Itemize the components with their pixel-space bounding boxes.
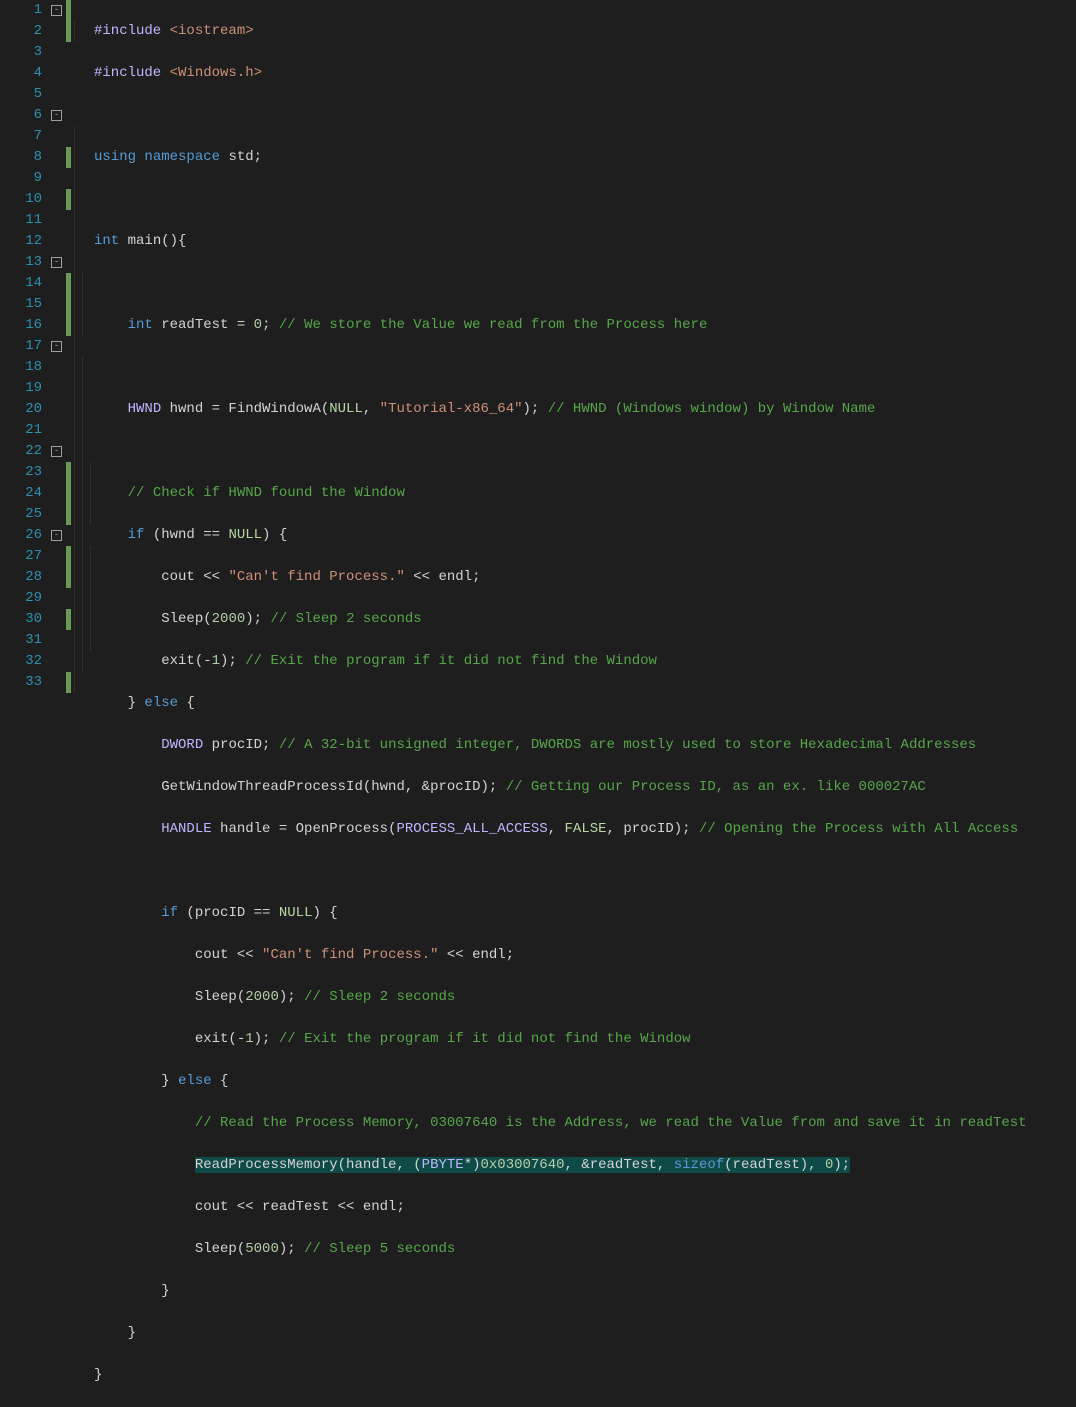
line-number: 19 <box>0 378 42 399</box>
line-number: 24 <box>0 483 42 504</box>
fold-toggle-icon[interactable]: - <box>51 110 62 121</box>
change-bar <box>66 273 71 336</box>
code-line: Sleep(2000); // Sleep 2 seconds <box>94 609 1076 630</box>
line-number: 11 <box>0 210 42 231</box>
code-line: HANDLE handle = OpenProcess(PROCESS_ALL_… <box>94 819 1076 840</box>
code-line: } else { <box>94 1071 1076 1092</box>
line-number: 4 <box>0 63 42 84</box>
change-bar <box>66 462 71 525</box>
indent-guide <box>82 357 83 672</box>
line-number: 10 <box>0 189 42 210</box>
line-number: 5 <box>0 84 42 105</box>
line-number: 13 <box>0 252 42 273</box>
code-line: cout << readTest << endl; <box>94 1197 1076 1218</box>
code-line: using namespace std; <box>94 147 1076 168</box>
code-line <box>94 189 1076 210</box>
indent-guide <box>90 546 91 651</box>
code-line <box>94 357 1076 378</box>
line-number: 26 <box>0 525 42 546</box>
line-number: 16 <box>0 315 42 336</box>
code-line: if (procID == NULL) { <box>94 903 1076 924</box>
code-line: exit(-1); // Exit the program if it did … <box>94 651 1076 672</box>
code-line: #include <iostream> <box>94 21 1076 42</box>
code-line: #include <Windows.h> <box>94 63 1076 84</box>
code-line: if (hwnd == NULL) { <box>94 525 1076 546</box>
code-line: int main(){ <box>94 231 1076 252</box>
line-number: 25 <box>0 504 42 525</box>
line-number: 22 <box>0 441 42 462</box>
code-line: exit(-1); // Exit the program if it did … <box>94 1029 1076 1050</box>
line-number: 15 <box>0 294 42 315</box>
line-number: 7 <box>0 126 42 147</box>
code-line: } <box>94 1323 1076 1344</box>
marker-column: - - - - - - <box>50 0 92 704</box>
code-line: } <box>94 1281 1076 1302</box>
line-number: 2 <box>0 21 42 42</box>
code-line: // Read the Process Memory, 03007640 is … <box>94 1113 1076 1134</box>
change-bar <box>66 546 71 588</box>
code-line: DWORD procID; // A 32-bit unsigned integ… <box>94 735 1076 756</box>
indent-guide <box>74 126 75 693</box>
line-number: 20 <box>0 399 42 420</box>
fold-toggle-icon[interactable]: - <box>51 5 62 16</box>
line-number: 1 <box>0 0 42 21</box>
line-number: 28 <box>0 567 42 588</box>
indent-guide <box>74 21 75 42</box>
change-bar <box>66 0 71 42</box>
code-line: int readTest = 0; // We store the Value … <box>94 315 1076 336</box>
line-number: 8 <box>0 147 42 168</box>
code-line-highlighted: ReadProcessMemory(handle, (PBYTE*)0x0300… <box>94 1155 1076 1176</box>
code-line: Sleep(2000); // Sleep 2 seconds <box>94 987 1076 1008</box>
line-number: 9 <box>0 168 42 189</box>
line-number: 21 <box>0 420 42 441</box>
change-bar <box>66 609 71 630</box>
code-line <box>94 105 1076 126</box>
line-number: 27 <box>0 546 42 567</box>
indent-guide <box>82 273 83 336</box>
change-bar <box>66 672 71 693</box>
line-number: 30 <box>0 609 42 630</box>
line-number: 3 <box>0 42 42 63</box>
line-number: 33 <box>0 672 42 693</box>
line-number: 17 <box>0 336 42 357</box>
code-line <box>94 273 1076 294</box>
code-line: GetWindowThreadProcessId(hwnd, &procID);… <box>94 777 1076 798</box>
code-line: // Check if HWND found the Window <box>94 483 1076 504</box>
fold-toggle-icon[interactable]: - <box>51 257 62 268</box>
line-number: 23 <box>0 462 42 483</box>
fold-toggle-icon[interactable]: - <box>51 341 62 352</box>
code-line: cout << "Can't find Process." << endl; <box>94 567 1076 588</box>
indent-guide <box>90 462 91 525</box>
code-line: } <box>94 1365 1076 1386</box>
line-number: 14 <box>0 273 42 294</box>
code-line: HWND hwnd = FindWindowA(NULL, "Tutorial-… <box>94 399 1076 420</box>
code-line <box>94 861 1076 882</box>
line-number: 32 <box>0 651 42 672</box>
code-line: cout << "Can't find Process." << endl; <box>94 945 1076 966</box>
fold-toggle-icon[interactable]: - <box>51 530 62 541</box>
line-number: 31 <box>0 630 42 651</box>
code-editor[interactable]: #include <iostream> #include <Windows.h>… <box>92 0 1076 704</box>
line-number: 29 <box>0 588 42 609</box>
code-line: Sleep(5000); // Sleep 5 seconds <box>94 1239 1076 1260</box>
change-bar <box>66 147 71 168</box>
code-line <box>94 441 1076 462</box>
fold-toggle-icon[interactable]: - <box>51 446 62 457</box>
line-number-gutter: 1234567891011121314151617181920212223242… <box>0 0 50 704</box>
change-bar <box>66 189 71 210</box>
line-number: 12 <box>0 231 42 252</box>
line-number: 18 <box>0 357 42 378</box>
line-number: 6 <box>0 105 42 126</box>
